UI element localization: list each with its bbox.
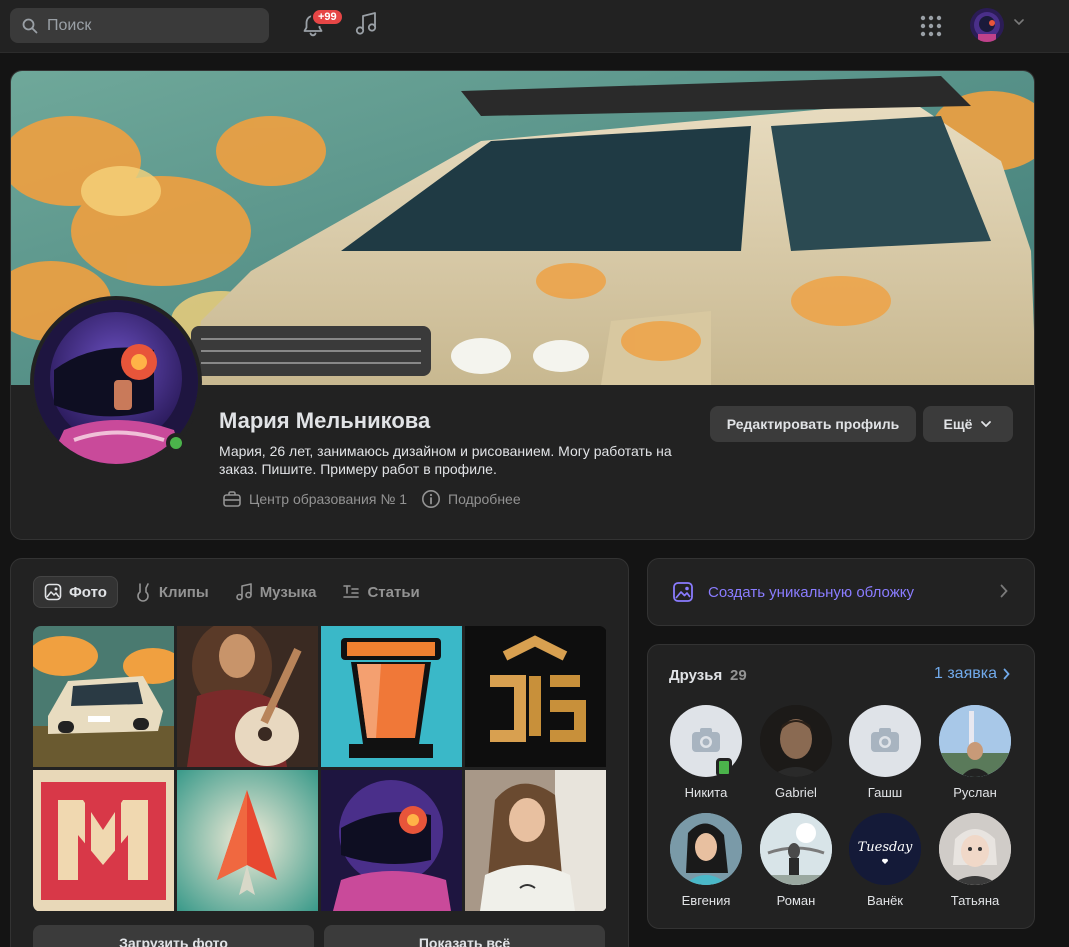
- music-icon[interactable]: [354, 11, 378, 37]
- friends-count: 29: [730, 667, 747, 684]
- friend-name: Никита: [684, 785, 728, 800]
- profile-name: Мария Мельникова: [219, 408, 431, 433]
- media-card: Фото Клипы Музыка Статьи Загрузить фото …: [10, 558, 629, 947]
- friend-photo: [760, 813, 832, 885]
- tab-label: Музыка: [259, 583, 317, 601]
- image-icon: [673, 582, 693, 602]
- photo-thumbnail[interactable]: [465, 626, 606, 767]
- create-cover-label: Создать уникальную обложку: [708, 583, 914, 601]
- photo-thumbnail[interactable]: [33, 770, 174, 911]
- photo-thumbnail[interactable]: [177, 770, 318, 911]
- online-indicator: [166, 433, 186, 453]
- m-logo-image: [33, 770, 174, 911]
- media-tabs: Фото Клипы Музыка Статьи: [33, 576, 436, 608]
- car-painting-image: [33, 626, 174, 767]
- photo-thumbnail[interactable]: [321, 626, 462, 767]
- articles-icon: [343, 585, 360, 598]
- chevron-right-icon: [1000, 584, 1008, 598]
- friend-name: Gabriel: [775, 785, 817, 800]
- search-placeholder: Поиск: [47, 16, 92, 34]
- photo-thumbnail[interactable]: [465, 770, 606, 911]
- music-icon: [235, 583, 252, 601]
- details-label: Подробнее: [448, 491, 521, 507]
- astronaut-image: [321, 770, 462, 911]
- friend-requests-link[interactable]: 1 заявка: [934, 665, 1010, 683]
- tab-articles[interactable]: Статьи: [332, 576, 429, 608]
- search-input[interactable]: Поиск: [10, 8, 269, 43]
- profile-status: Мария, 26 лет, занимаюсь дизайном и рисо…: [219, 443, 672, 477]
- tab-label: Статьи: [367, 583, 420, 601]
- friend-avatar: [939, 705, 1011, 777]
- guitar-player-image: [177, 626, 318, 767]
- friend-item[interactable]: Никита: [661, 705, 751, 800]
- friend-item[interactable]: Роман: [751, 813, 841, 908]
- friend-item[interactable]: Tuesday Ванёк: [840, 813, 930, 908]
- upload-photo-button[interactable]: Загрузить фото: [33, 925, 314, 947]
- mobile-online-icon: [716, 758, 732, 777]
- friend-item[interactable]: Евгения: [661, 813, 751, 908]
- astronaut-avatar-image: [970, 8, 1004, 42]
- friend-name: Гашш: [867, 785, 903, 800]
- top-bar: Поиск +99: [0, 0, 1069, 53]
- profile-meta: Центр образования № 1 Подробнее: [222, 489, 535, 509]
- friend-name: Татьяна: [950, 893, 1000, 908]
- friend-item[interactable]: Гашш: [840, 705, 930, 800]
- friend-photo: [939, 813, 1011, 885]
- tuesday-lettering: Tuesday: [858, 840, 913, 855]
- tab-label: Клипы: [158, 583, 209, 601]
- friend-photo: [670, 813, 742, 885]
- friend-avatar: Tuesday: [849, 813, 921, 885]
- chevron-right-icon: [1003, 668, 1010, 680]
- orange-pot-image: [321, 626, 462, 767]
- camera-icon: [871, 728, 899, 752]
- tuesday-avatar-image: Tuesday: [849, 813, 921, 885]
- more-button[interactable]: Ещё: [923, 406, 1013, 442]
- details-link[interactable]: Подробнее: [421, 489, 521, 509]
- paper-plane-image: [177, 770, 318, 911]
- tab-label: Фото: [69, 583, 107, 601]
- friend-name: Роман: [776, 893, 816, 908]
- friend-item[interactable]: Татьяна: [930, 813, 1020, 908]
- friend-name: Евгения: [681, 893, 731, 908]
- friend-avatar: [670, 813, 742, 885]
- tab-photos[interactable]: Фото: [33, 576, 118, 608]
- friends-card: Друзья 29 1 заявка Никита Gabriel Гашш Р…: [647, 644, 1035, 929]
- create-cover-card[interactable]: Создать уникальную обложку: [647, 558, 1035, 626]
- chevron-down-icon[interactable]: [1013, 18, 1025, 26]
- image-icon: [44, 583, 62, 601]
- friend-avatar: [760, 705, 832, 777]
- tab-music[interactable]: Музыка: [225, 576, 327, 608]
- notifications-badge[interactable]: +99: [311, 8, 344, 26]
- girl-selfie-image: [465, 770, 606, 911]
- more-button-label: Ещё: [943, 416, 973, 432]
- friend-photo: [760, 705, 832, 777]
- user-avatar-menu[interactable]: [970, 8, 1004, 42]
- friend-photo: [939, 705, 1011, 777]
- friend-avatar: [939, 813, 1011, 885]
- education-label: Центр образования № 1: [249, 491, 408, 507]
- photo-thumbnail[interactable]: [321, 770, 462, 911]
- tab-clips[interactable]: Клипы: [124, 576, 219, 608]
- friend-avatar: [760, 813, 832, 885]
- briefcase-icon: [223, 491, 241, 507]
- friend-name: Руслан: [953, 785, 997, 800]
- education-item[interactable]: Центр образования № 1: [222, 490, 407, 508]
- info-icon: [422, 490, 441, 508]
- friend-item[interactable]: Gabriel: [751, 705, 841, 800]
- friend-name: Ванёк: [867, 893, 903, 908]
- friends-title[interactable]: Друзья: [669, 667, 722, 684]
- chevron-down-icon: [981, 421, 992, 428]
- friend-requests-label: 1 заявка: [934, 665, 997, 682]
- photo-thumbnail[interactable]: [177, 626, 318, 767]
- edit-profile-button[interactable]: Редактировать профиль: [710, 406, 916, 442]
- friend-avatar: [849, 705, 921, 777]
- friend-item[interactable]: Руслан: [930, 705, 1020, 800]
- clips-icon: [137, 583, 149, 602]
- photo-grid: [33, 626, 607, 912]
- gold-logo-image: [465, 626, 606, 767]
- photo-thumbnail[interactable]: [33, 626, 174, 767]
- search-icon: [22, 18, 38, 33]
- show-all-button[interactable]: Показать всё: [324, 925, 605, 947]
- apps-grid-icon[interactable]: [919, 14, 943, 38]
